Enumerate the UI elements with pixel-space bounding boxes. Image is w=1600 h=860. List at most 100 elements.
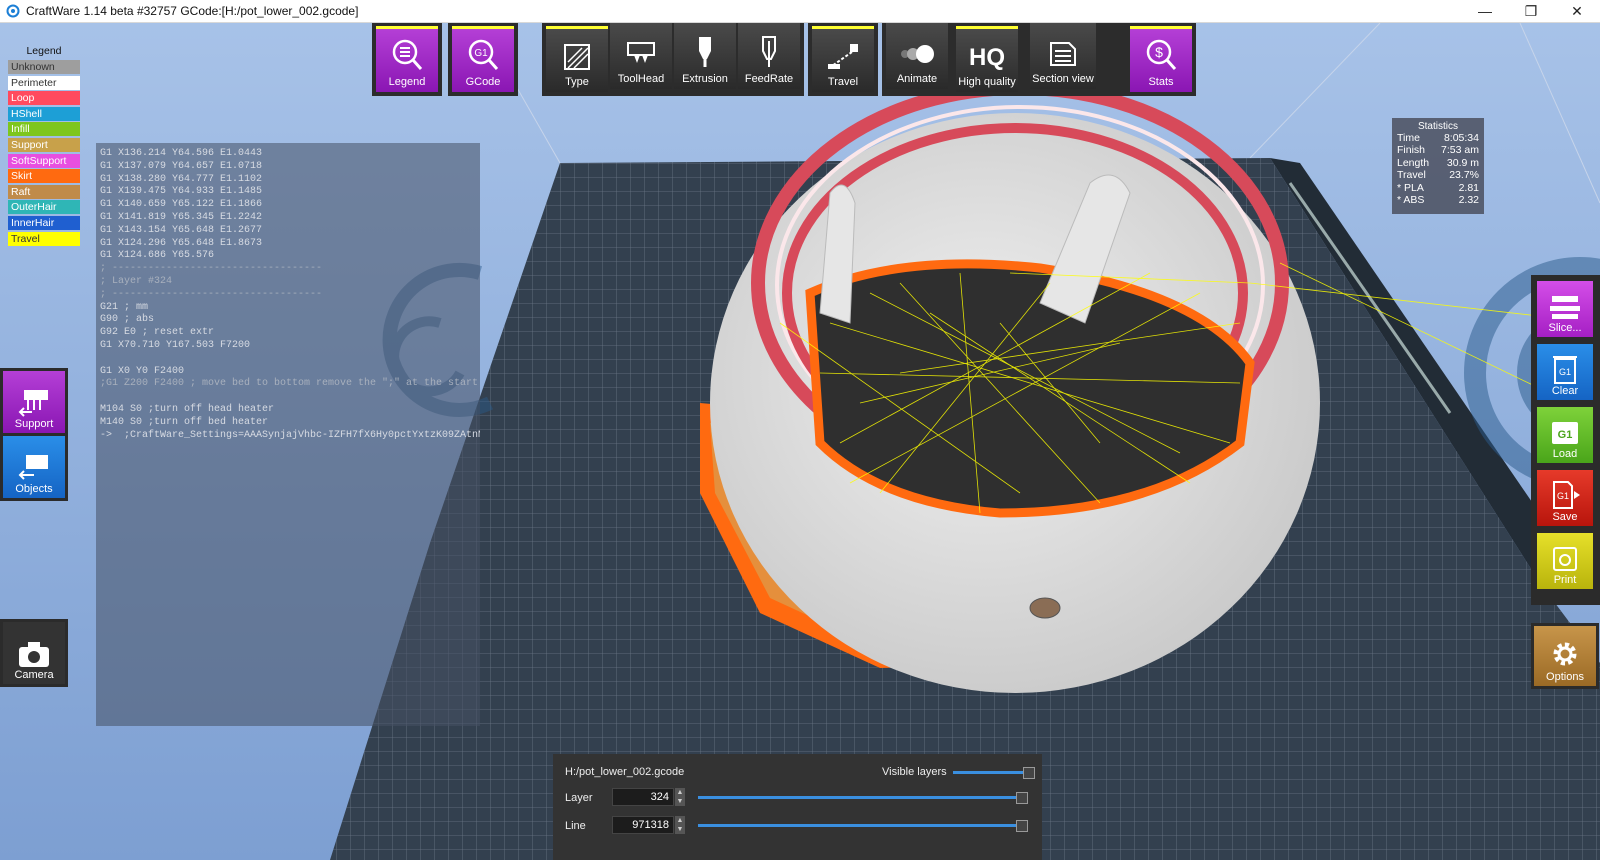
save-button-label: Save (1552, 511, 1578, 523)
layer-slider-handle[interactable] (1016, 792, 1028, 804)
close-button[interactable]: ✕ (1554, 0, 1600, 22)
save-button[interactable]: G1 Save (1534, 467, 1596, 529)
gcode-line (100, 353, 476, 366)
layer-number-input[interactable]: 324 (612, 788, 674, 806)
svg-text:G1: G1 (474, 48, 488, 59)
slice-button[interactable]: Slice... (1534, 278, 1596, 340)
legend-panel: Legend Unknown Perimeter Loop HShell Infill S… (8, 45, 80, 247)
gcode-line: G1 X0 Y0 F2400 (100, 365, 185, 377)
gcode-line: -> ;CraftWare_Settings=AAASynjajVhbc-IZF… (100, 429, 480, 441)
visible-layers-slider-handle[interactable] (1023, 767, 1035, 779)
layer-control-panel: H:/pot_lower_002.gcode Visible layers La… (553, 754, 1042, 860)
statistics-value: 2.32 (1458, 194, 1479, 207)
support-button[interactable]: Support (0, 368, 68, 436)
feedrate-button-label: FeedRate (744, 73, 794, 85)
statistics-title: Statistics (1417, 121, 1458, 132)
legend-title: Legend (26, 45, 62, 57)
statistics-key: * PLA (1397, 181, 1424, 194)
save-g1-icon: G1 (1553, 481, 1580, 509)
load-button[interactable]: G1 Load (1534, 404, 1596, 466)
gcode-line: G1 X138.280 Y64.777 E1.1102 (100, 173, 263, 185)
legend-item: SoftSupport (8, 153, 80, 168)
legend-item: Unknown (8, 60, 80, 74)
options-button-label: Options (1546, 671, 1584, 683)
travel-button[interactable]: Travel (812, 26, 874, 92)
statistics-row: Time 8:05:34 (1397, 132, 1479, 144)
legend-item: OuterHair (8, 200, 80, 215)
statistics-value: 7:53 am (1441, 144, 1479, 157)
statistics-key: Travel (1397, 169, 1426, 182)
legend-button[interactable]: Legend (376, 26, 438, 92)
line-slider[interactable] (698, 824, 1026, 827)
support-pillar-icon (18, 390, 48, 417)
gcode-line: ; ----------------------------------- (100, 288, 323, 300)
stats-button[interactable]: $ Stats (1130, 26, 1192, 92)
travel-button-label: Travel (827, 76, 859, 88)
line-label: Line (565, 820, 586, 832)
line-number-input[interactable]: 971318 (612, 816, 674, 834)
layer-slider[interactable] (698, 796, 1026, 799)
magnifier-list-icon (392, 39, 423, 70)
print-button[interactable]: Print (1534, 530, 1596, 592)
magnifier-g1-icon: G1 (468, 39, 499, 70)
legend-item: Skirt (8, 169, 80, 184)
toolbar-group-gcode: G1 GCode (448, 23, 518, 96)
travel-path-icon (828, 44, 858, 69)
visible-layers-slider[interactable] (953, 771, 1031, 774)
legend-item: Loop (8, 91, 80, 106)
gear-icon (1553, 642, 1577, 666)
statistics-value: 2.81 (1458, 181, 1479, 194)
legend-item: HShell (8, 106, 80, 121)
feedrate-button[interactable]: FeedRate (738, 23, 800, 89)
statistics-row: * PLA 2.81 (1397, 182, 1479, 194)
extrusion-button-label: Extrusion (682, 73, 728, 85)
high-quality-button-label: High quality (958, 76, 1016, 88)
minimize-button[interactable]: — (1462, 0, 1508, 22)
objects-button-label: Objects (15, 483, 53, 495)
file-path-label: H:/pot_lower_002.gcode (565, 766, 685, 778)
svg-text:$: $ (1155, 44, 1163, 60)
options-button[interactable]: Options (1531, 623, 1599, 689)
restore-button[interactable]: ❐ (1508, 0, 1554, 22)
line-stepper[interactable]: ▲ ▼ (675, 816, 685, 834)
gcode-line: G1 X137.079 Y64.657 E1.0718 (100, 160, 263, 172)
statistics-value: 23.7% (1449, 169, 1479, 182)
clear-button[interactable]: G1 Clear (1534, 341, 1596, 403)
statistics-key: * ABS (1397, 194, 1425, 207)
3d-viewport[interactable]: Legend G1 GCode Type ToolHead Extrusion … (0, 23, 1600, 860)
type-button[interactable]: Type (546, 26, 608, 92)
load-g1-icon: G1 (1552, 422, 1578, 444)
gcode-button[interactable]: G1 GCode (452, 26, 514, 92)
section-view-button[interactable]: Section view (1030, 23, 1096, 89)
camera-button[interactable]: Camera (0, 619, 68, 687)
gcode-listing-panel[interactable]: G1 X136.214 Y64.596 E1.0443 G1 X137.079 Y… (96, 143, 480, 726)
layer-stepper[interactable]: ▲ ▼ (675, 788, 685, 806)
line-slider-handle[interactable] (1016, 820, 1028, 832)
objects-button[interactable]: Objects (0, 433, 68, 501)
gcode-line: G1 X124.686 Y65.576 (100, 250, 215, 262)
gcode-line: G90 ; abs (100, 314, 155, 326)
animate-button-label: Animate (896, 73, 938, 85)
gcode-line: M104 S0 ;turn off head heater (100, 403, 275, 415)
hq-glyph-icon: HQ (969, 44, 1005, 71)
slice-button-label: Slice... (1548, 322, 1582, 334)
statistics-value: 8:05:34 (1443, 132, 1479, 144)
toolhead-button[interactable]: ToolHead (610, 23, 672, 89)
gcode-line: G1 X141.819 Y65.345 E1.2242 (100, 211, 263, 223)
load-button-label: Load (1552, 448, 1578, 460)
high-quality-button[interactable]: HQ High quality (956, 26, 1018, 92)
gcode-line: ;G1 Z200 F2400 ; move bed to bottom remo… (100, 378, 480, 390)
nozzle-extrusion-icon (699, 37, 711, 67)
toolbar-group-display: Animate HQ High quality Section view (882, 23, 1152, 96)
animate-button[interactable]: Animate (886, 23, 948, 89)
legend-item: Raft (8, 184, 80, 199)
statistics-key: Time (1397, 132, 1420, 144)
camera-icon (19, 642, 49, 667)
gcode-line: G1 X136.214 Y64.596 E1.0443 (100, 148, 263, 159)
extrusion-button[interactable]: Extrusion (674, 23, 736, 89)
toolhead-button-label: ToolHead (617, 73, 665, 85)
statistics-key: Finish (1397, 144, 1426, 157)
layer-label: Layer (565, 792, 593, 804)
legend-button-label: Legend (388, 76, 426, 88)
legend-item: InnerHair (8, 215, 80, 230)
